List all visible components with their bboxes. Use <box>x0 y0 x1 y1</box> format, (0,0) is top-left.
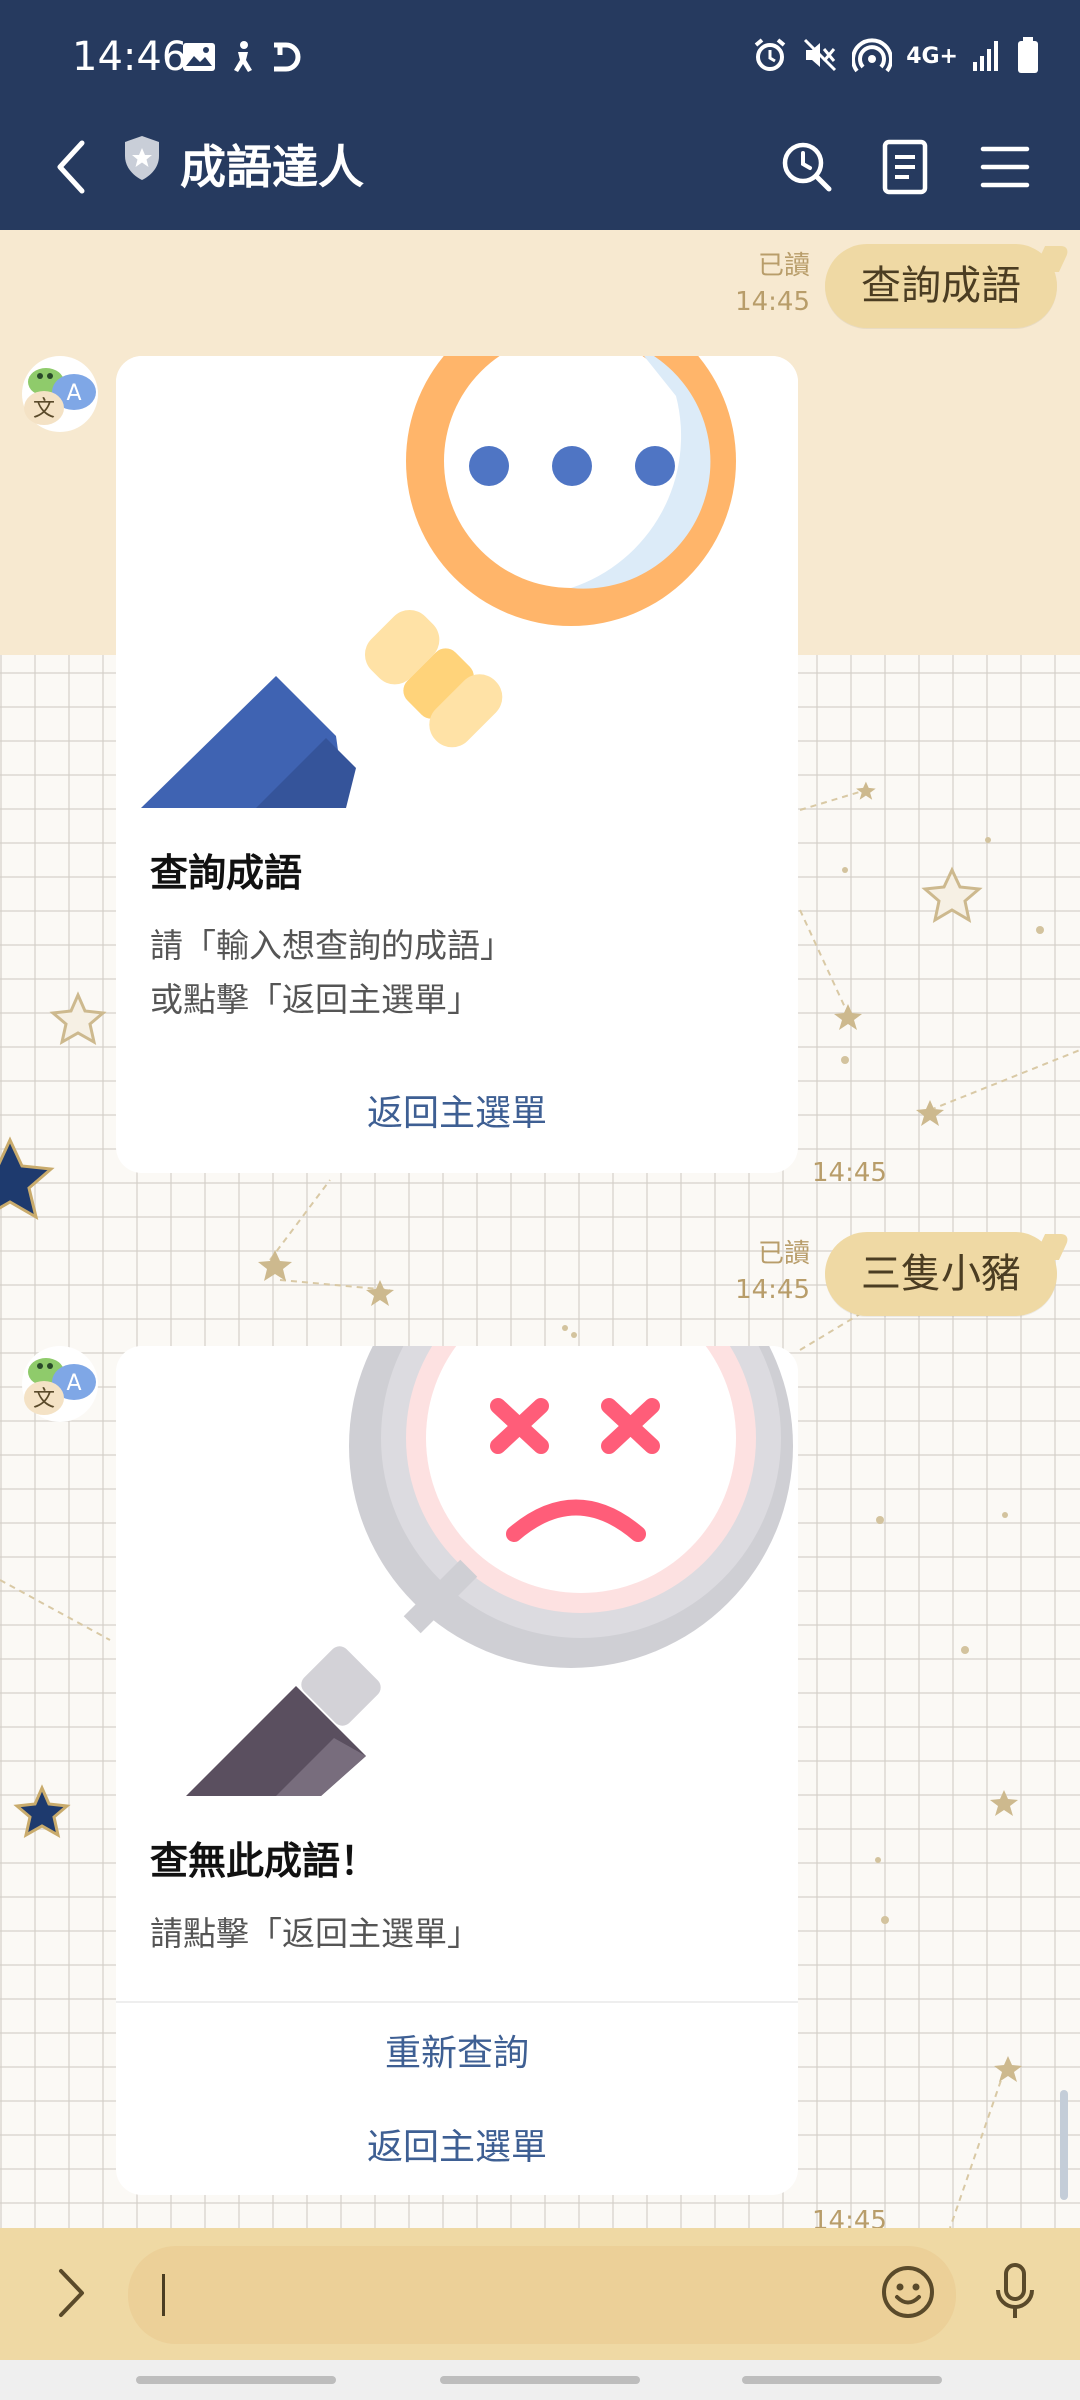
system-navigation-bar <box>0 2360 1080 2400</box>
status-time: 14:46 <box>72 34 188 80</box>
magnifier-sad-face-illustration <box>116 1346 798 1796</box>
card-description-line: 請「輸入想查詢的成語」 <box>150 926 513 965</box>
message-time: 14:45 <box>812 2206 887 2228</box>
idiom-not-found-card: 查無此成語！ 請點擊「返回主選單」 重新查詢 返回主選單 <box>116 1346 798 2195</box>
image-icon <box>182 42 216 76</box>
status-right-icons: 4G+ <box>752 36 1040 78</box>
back-to-main-menu-button[interactable]: 返回主選單 <box>116 2101 798 2195</box>
expand-button[interactable] <box>38 2258 104 2332</box>
card-description: 請「輸入想查詢的成語」 或點擊「返回主選單」 <box>150 919 764 1027</box>
signal-icon <box>972 38 1002 76</box>
text-caret <box>162 2274 165 2316</box>
svg-text:文: 文 <box>33 1387 55 1412</box>
message-input[interactable] <box>128 2246 956 2344</box>
svg-text:A: A <box>66 1371 81 1396</box>
card-description-line: 請點擊「返回主選單」 <box>150 1914 480 1953</box>
microphone-icon <box>993 2262 1037 2326</box>
user-message-bubble[interactable]: 三隻小豬 <box>825 1232 1057 1316</box>
notes-button[interactable] <box>868 132 942 206</box>
translate-avatar-icon: A 文 <box>22 1346 98 1422</box>
read-receipt: 已讀 14:45 <box>710 1236 810 1308</box>
bot-avatar[interactable]: A 文 <box>20 1344 100 1424</box>
card-spacer <box>116 1027 798 1067</box>
menu-button[interactable] <box>968 132 1042 206</box>
status-bar: 14:46 4G+ <box>0 0 1080 108</box>
back-button[interactable] <box>40 132 100 206</box>
user-message-bubble[interactable]: 查詢成語 <box>825 244 1057 328</box>
battery-icon <box>1016 36 1040 78</box>
chevron-right-icon <box>56 2267 86 2323</box>
card-spacer <box>116 1161 798 1173</box>
input-bar <box>0 2228 1080 2360</box>
nav-home-button[interactable] <box>440 2376 640 2384</box>
d-icon <box>270 41 304 77</box>
message-time: 14:45 <box>735 287 810 317</box>
message-time: 14:45 <box>735 1275 810 1305</box>
read-label: 已讀 <box>757 1239 810 1269</box>
search-again-button[interactable]: 重新查詢 <box>116 2007 798 2101</box>
card-title: 查無此成語！ <box>150 1839 379 1883</box>
emoji-button[interactable] <box>868 2254 948 2334</box>
card-title: 查詢成語 <box>150 851 303 895</box>
accessibility-icon <box>228 40 258 78</box>
translate-avatar-icon: A 文 <box>22 356 98 432</box>
query-idiom-card: 查詢成語 請「輸入想查詢的成語」 或點擊「返回主選單」 返回主選單 <box>116 356 798 1173</box>
card-description-line: 或點擊「返回主選單」 <box>150 980 480 1019</box>
search-history-button[interactable] <box>770 132 844 206</box>
search-history-icon <box>779 139 835 199</box>
emoji-icon <box>880 2264 936 2324</box>
magnifier-searching-illustration <box>116 356 798 808</box>
chat-header: 成語達人 <box>0 108 1080 230</box>
chat-title: 成語達人 <box>180 140 364 194</box>
nav-back-button[interactable] <box>742 2376 942 2384</box>
back-to-main-menu-button[interactable]: 返回主選單 <box>116 1067 798 1161</box>
menu-icon <box>980 145 1030 193</box>
read-receipt: 已讀 14:45 <box>710 248 810 320</box>
svg-text:文: 文 <box>33 397 55 422</box>
notes-icon <box>881 139 929 199</box>
bot-avatar[interactable]: A 文 <box>20 354 100 434</box>
back-arrow-icon <box>52 139 88 199</box>
hotspot-icon <box>851 37 894 77</box>
card-description: 請點擊「返回主選單」 <box>150 1907 764 1961</box>
read-label: 已讀 <box>757 251 810 281</box>
nav-recents-button[interactable] <box>136 2376 336 2384</box>
status-left-icons <box>182 40 304 78</box>
network-label: 4G+ <box>906 44 958 69</box>
mute-icon <box>802 37 838 77</box>
message-time: 14:45 <box>812 1158 887 1188</box>
chat-scrollbar[interactable] <box>1060 2090 1068 2200</box>
microphone-button[interactable] <box>975 2254 1055 2334</box>
alarm-icon <box>752 37 788 77</box>
chat-area[interactable]: 已讀 14:45 查詢成語 A 文 查詢成語 請「輸入想查詢的成語」 或點擊「返… <box>0 230 1080 2228</box>
svg-text:A: A <box>66 381 81 406</box>
shield-icon <box>122 134 162 186</box>
